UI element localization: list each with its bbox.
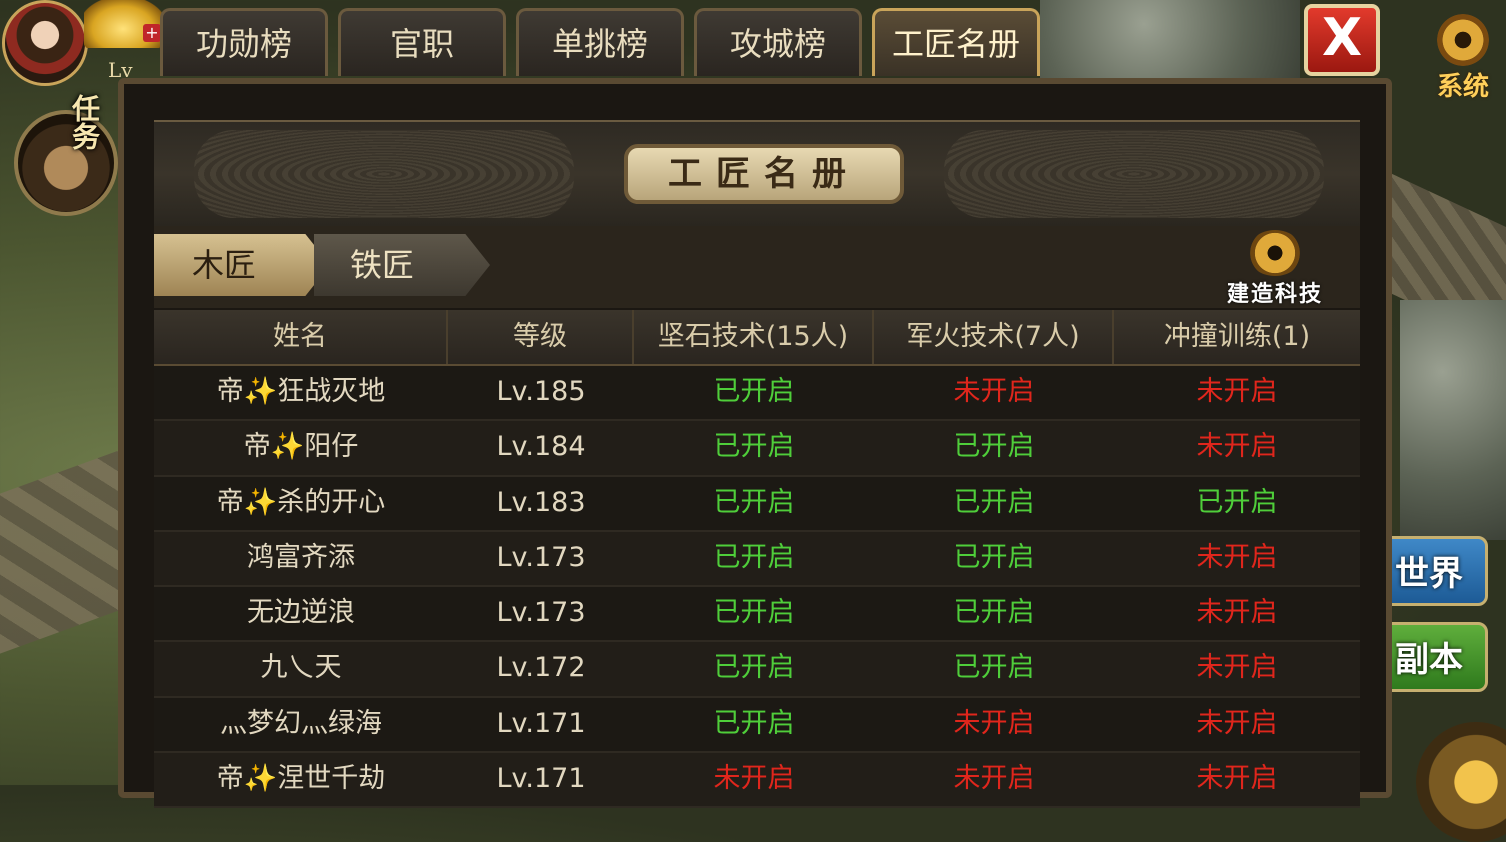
cell-stone-tech: 已开启: [713, 486, 795, 518]
panel-title: 工匠名册: [624, 144, 904, 204]
cell-ram-training: 未开启: [1196, 597, 1278, 629]
cell-stone-tech: 已开启: [713, 597, 795, 629]
cell-stone-tech: 未开启: [713, 763, 795, 795]
cell-name: 灬梦幻灬绿海: [220, 707, 382, 739]
tab-duel[interactable]: 单挑榜: [516, 8, 684, 76]
cell-ram-training: 未开启: [1196, 376, 1278, 407]
cell-level: Lv.183: [496, 486, 586, 518]
cell-level: Lv.173: [496, 597, 586, 629]
table-row[interactable]: 帝✨阳仔 Lv.184 已开启 已开启 未开启: [154, 421, 1360, 477]
cell-level: Lv.185: [496, 376, 586, 407]
cell-stone-tech: 已开启: [713, 431, 795, 463]
tab-siege[interactable]: 攻城榜: [694, 8, 862, 76]
table-row[interactable]: 无边逆浪 Lv.173 已开启 已开启 未开启: [154, 587, 1360, 643]
cell-arms-tech: 已开启: [953, 652, 1035, 684]
cell-name: 帝✨阳仔: [243, 431, 359, 463]
cell-stone-tech: 已开启: [713, 541, 795, 573]
map-mountain: [1040, 0, 1300, 80]
add-gold-icon[interactable]: +: [143, 24, 161, 42]
chevron-down-icon[interactable]: [1416, 722, 1506, 842]
quest-label: 任务: [68, 94, 101, 150]
header-ram-training[interactable]: 冲撞训练(1): [1114, 310, 1360, 364]
close-button[interactable]: X: [1304, 4, 1380, 76]
sub-tab-bar: 木匠 铁匠 建造科技: [154, 226, 1360, 308]
cell-ram-training: 未开启: [1196, 652, 1278, 684]
cell-arms-tech: 已开启: [953, 486, 1035, 518]
cell-arms-tech: 已开启: [953, 597, 1035, 629]
cell-level: Lv.173: [496, 541, 586, 573]
cell-arms-tech: 未开启: [953, 376, 1035, 407]
map-wall-left: [0, 446, 130, 654]
cell-name: 帝✨涅世千劫: [216, 763, 386, 795]
cell-ram-training: 未开启: [1196, 431, 1278, 463]
tab-merit[interactable]: 功勋榜: [160, 8, 328, 76]
cell-arms-tech: 未开启: [953, 763, 1035, 795]
cell-name: 帝✨杀的开心: [216, 486, 386, 518]
table-body: 帝✨狂战灭地 Lv.185 已开启 未开启 未开启 帝✨阳仔 Lv.184 已开启 已开启 未开启…: [154, 366, 1360, 809]
table-header: 姓名 等级 坚石技术(15人) 军火技术(7人) 冲撞训练(1): [154, 310, 1360, 366]
tab-craftsman-roster[interactable]: 工匠名册: [872, 8, 1040, 76]
cell-arms-tech: 未开启: [953, 707, 1035, 739]
tab-official[interactable]: 官职: [338, 8, 506, 76]
craftsman-panel: 工匠名册 木匠 铁匠 建造科技 姓名 等级 坚石技术(15人) 军火技术(7人)…: [118, 78, 1392, 809]
cell-level: Lv.172: [496, 652, 586, 684]
dragon-ornament-left: [194, 130, 574, 218]
build-tech-label: 建造科技: [1226, 282, 1323, 307]
cell-ram-training: 未开启: [1196, 707, 1278, 739]
cell-ram-training: 未开启: [1196, 541, 1278, 573]
cell-level: Lv.184: [496, 431, 586, 463]
build-tech-button[interactable]: 建造科技: [1210, 230, 1340, 308]
gear-icon: [1437, 14, 1489, 66]
header-level[interactable]: 等级: [448, 310, 634, 364]
gear-icon: [1247, 230, 1303, 276]
header-name[interactable]: 姓名: [154, 310, 448, 364]
cell-ram-training: 未开启: [1196, 763, 1278, 795]
table-row[interactable]: 帝✨涅世千劫 Lv.171 未开启 未开启 未开启: [154, 753, 1360, 809]
cell-name: 九乀天: [260, 652, 342, 684]
cell-name: 鸿富齐添: [247, 541, 355, 573]
player-avatar[interactable]: [2, 0, 88, 86]
table-row[interactable]: 九乀天 Lv.172 已开启 已开启 未开启: [154, 642, 1360, 698]
table-row[interactable]: 帝✨狂战灭地 Lv.185 已开启 未开启 未开启: [154, 366, 1360, 422]
table-row[interactable]: 鸿富齐添 Lv.173 已开启 已开启 未开启: [154, 531, 1360, 588]
panel-header: 工匠名册: [154, 120, 1360, 228]
cell-ram-training: 已开启: [1196, 486, 1278, 518]
system-label: 系统: [1436, 72, 1489, 102]
cell-level: Lv.171: [496, 763, 586, 795]
header-stone-tech[interactable]: 坚石技术(15人): [634, 310, 874, 364]
cell-arms-tech: 已开启: [953, 541, 1035, 573]
system-button[interactable]: 系统: [1420, 14, 1506, 104]
sub-tab-carpenter[interactable]: 木匠: [154, 234, 330, 296]
table-row[interactable]: 灬梦幻灬绿海 Lv.171 已开启 未开启 未开启: [154, 697, 1360, 754]
cell-stone-tech: 已开启: [713, 652, 795, 684]
map-cliff: [1400, 300, 1506, 540]
table-row[interactable]: 帝✨杀的开心 Lv.183 已开启 已开启 已开启: [154, 476, 1360, 532]
cell-name: 无边逆浪: [247, 597, 355, 629]
sub-tab-blacksmith[interactable]: 铁匠: [314, 234, 490, 296]
cell-arms-tech: 已开启: [953, 431, 1035, 463]
header-arms-tech[interactable]: 军火技术(7人): [874, 310, 1114, 364]
cell-stone-tech: 已开启: [713, 376, 795, 407]
craftsman-table: 姓名 等级 坚石技术(15人) 军火技术(7人) 冲撞训练(1) 帝✨狂战灭地 L…: [154, 310, 1360, 809]
cell-name: 帝✨狂战灭地: [216, 376, 386, 407]
cell-level: Lv.171: [496, 707, 586, 739]
cell-stone-tech: 已开启: [713, 707, 795, 739]
dragon-ornament-right: [944, 130, 1324, 218]
ranking-tabs: 功勋榜 官职 单挑榜 攻城榜 工匠名册: [160, 8, 1040, 80]
